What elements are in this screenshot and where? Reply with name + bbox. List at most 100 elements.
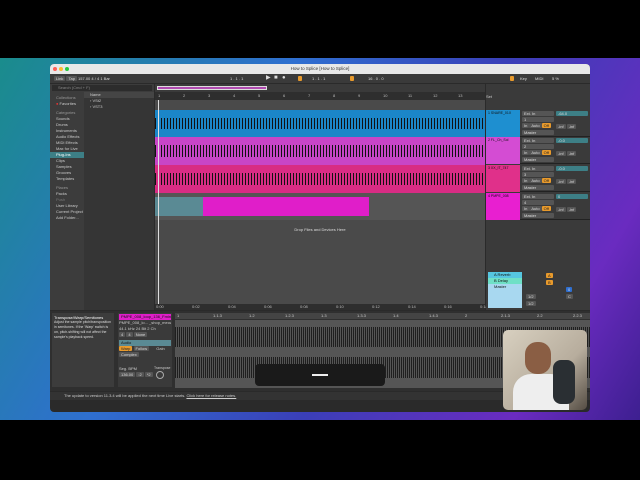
send-b-field[interactable]: -inf (566, 179, 577, 184)
overview-viewport[interactable] (157, 86, 267, 90)
loop-length-field[interactable]: 16 . 0 . 0 (368, 74, 384, 83)
input-channel-select[interactable]: 3 (522, 172, 554, 177)
double-tempo-button[interactable]: *2 (144, 372, 153, 377)
input-type-select[interactable]: Ext. In (522, 138, 554, 143)
draw-mode-button[interactable] (510, 76, 514, 81)
monitor-auto[interactable]: Auto (529, 150, 542, 155)
quantization-select[interactable]: 1 Bar (100, 76, 110, 81)
output-select[interactable]: Master (522, 185, 554, 190)
master-volume[interactable]: 0 (566, 287, 573, 292)
warp-mode-select[interactable]: Complex (119, 352, 139, 357)
input-type-select[interactable]: Ext. In (522, 194, 554, 199)
midi-map-button[interactable]: MIDI (535, 74, 543, 83)
half-tempo-button[interactable]: :2 (136, 372, 144, 377)
track-lane-4[interactable] (155, 193, 485, 220)
track-name[interactable]: 1 SNARE_01X (486, 110, 520, 137)
track-name[interactable]: 4 PMPE_008 (486, 193, 520, 220)
sidebar-item-add-folder[interactable]: Add Folder... (50, 215, 84, 221)
bpm-field[interactable]: 136.00 (119, 372, 136, 377)
send-a-field[interactable]: -inf (556, 124, 566, 129)
cpu-meter: 5 % (552, 76, 559, 81)
monitor-in[interactable]: In (522, 123, 530, 128)
master-track[interactable]: Master (488, 284, 522, 290)
output-select[interactable]: Master (522, 213, 554, 218)
signature-numerator[interactable]: 4 (119, 332, 126, 337)
time-signature[interactable]: 4 / 4 (91, 76, 99, 81)
send-select-1[interactable]: 1/2 (526, 294, 536, 299)
tempo-field[interactable]: 157.00 (78, 76, 90, 81)
warp-toggle[interactable]: Warp (119, 346, 133, 351)
monitor-off[interactable]: Off (541, 150, 551, 155)
groove-select[interactable]: None (133, 332, 148, 337)
signature-denominator[interactable]: 4 (126, 332, 133, 337)
close-button[interactable] (53, 67, 57, 71)
send-a-field[interactable]: -inf (556, 179, 566, 184)
send-a-field[interactable]: -inf (556, 207, 566, 212)
input-channel-select[interactable]: 4 (522, 200, 554, 205)
volume-field[interactable]: -64.0 (556, 111, 588, 116)
input-channel-select[interactable]: 2 (522, 144, 554, 149)
input-type-select[interactable]: Ext. In (522, 111, 554, 116)
monitor-in[interactable]: In (522, 178, 530, 183)
monitor-auto[interactable]: Auto (529, 178, 542, 183)
tap-button[interactable]: Tap (66, 76, 77, 81)
clip-selected[interactable] (155, 197, 203, 216)
sidebar-item-templates[interactable]: Templates (50, 176, 84, 182)
browser-item-vst3[interactable]: › VST3 (84, 104, 154, 110)
bar-marker: 7 (308, 93, 311, 98)
send-b-field[interactable]: -inf (566, 207, 577, 212)
monitor-off[interactable]: Off (541, 178, 551, 183)
link-button[interactable]: Link (54, 76, 66, 81)
loop-start-field[interactable]: 1 . 1 . 1 (312, 74, 325, 83)
transpose-knob[interactable] (156, 371, 164, 379)
input-channel-select[interactable]: 1 (522, 117, 554, 122)
record-button[interactable]: ● (282, 74, 286, 83)
sample-ruler-marker: 1.4.3 (429, 313, 438, 318)
loop-switch[interactable] (350, 76, 354, 81)
zoom-button[interactable] (65, 67, 69, 71)
sidebar-item-favorites[interactable]: ● Favorites (50, 101, 84, 107)
sample-ruler[interactable]: 1 1.1.3 1.2 1.2.3 1.3 1.3.3 1.4 1.4.3 2 2.1.3 2.2 2… (175, 313, 590, 319)
drop-zone[interactable]: Drop Files and Devices Here (155, 220, 485, 240)
monitor-auto[interactable]: Auto (529, 206, 542, 211)
overview-bar[interactable] (155, 84, 485, 92)
input-type-select[interactable]: Ext. In (522, 166, 554, 171)
browser-search-input[interactable]: Search (Cmd + F) (52, 85, 152, 91)
monitor-auto[interactable]: Auto (529, 123, 542, 128)
stop-button[interactable]: ■ (274, 74, 278, 83)
track-name[interactable]: 3 XX_IT_747 (486, 165, 520, 192)
automation-arm-button[interactable] (298, 76, 302, 81)
follow-toggle[interactable]: Follow (133, 346, 150, 351)
track-name[interactable]: 2 FL_Ch_Sol (486, 137, 520, 164)
title-bar: How to Splice [How to Splice] (50, 64, 590, 74)
monitor-off[interactable]: Off (541, 206, 551, 211)
volume-field[interactable]: -0.0 (556, 166, 588, 171)
beat-ruler[interactable]: 1 2 3 4 5 6 7 8 9 10 11 12 13 (155, 92, 485, 100)
volume-field[interactable]: -0.0 (556, 138, 588, 143)
master-cue[interactable]: C (566, 294, 573, 299)
send-a-field[interactable]: -inf (556, 151, 566, 156)
send-b-field[interactable]: -inf (566, 124, 577, 129)
minimize-button[interactable] (59, 67, 63, 71)
send-select-2[interactable]: 1/2 (526, 301, 536, 306)
track-lane-3[interactable] (155, 165, 485, 193)
return-a-send[interactable]: A (546, 273, 553, 278)
release-notes-link[interactable]: Click here for release notes. (186, 393, 236, 398)
arrangement-position[interactable]: 1 . 1 . 1 (230, 74, 243, 83)
track-lane-1[interactable] (155, 110, 485, 137)
track-lane-2[interactable] (155, 137, 485, 165)
sample-ruler-marker: 2.1.3 (501, 313, 510, 318)
output-select[interactable]: Master (522, 157, 554, 162)
time-ruler[interactable]: 0:00 0:02 0:04 0:06 0:08 0:10 0:12 0:14 0:16 0:18 (155, 304, 488, 310)
playhead (158, 100, 159, 304)
volume-field[interactable]: 0 (556, 194, 588, 199)
clip[interactable] (203, 197, 369, 216)
monitor-off[interactable]: Off (541, 123, 551, 128)
play-button[interactable]: ▶ (266, 74, 271, 83)
monitor-in[interactable]: In (522, 206, 530, 211)
key-map-button[interactable]: Key (520, 74, 527, 83)
monitor-in[interactable]: In (522, 150, 530, 155)
send-b-field[interactable]: -inf (566, 151, 577, 156)
return-b-send[interactable]: B (546, 280, 553, 285)
output-select[interactable]: Master (522, 130, 554, 135)
